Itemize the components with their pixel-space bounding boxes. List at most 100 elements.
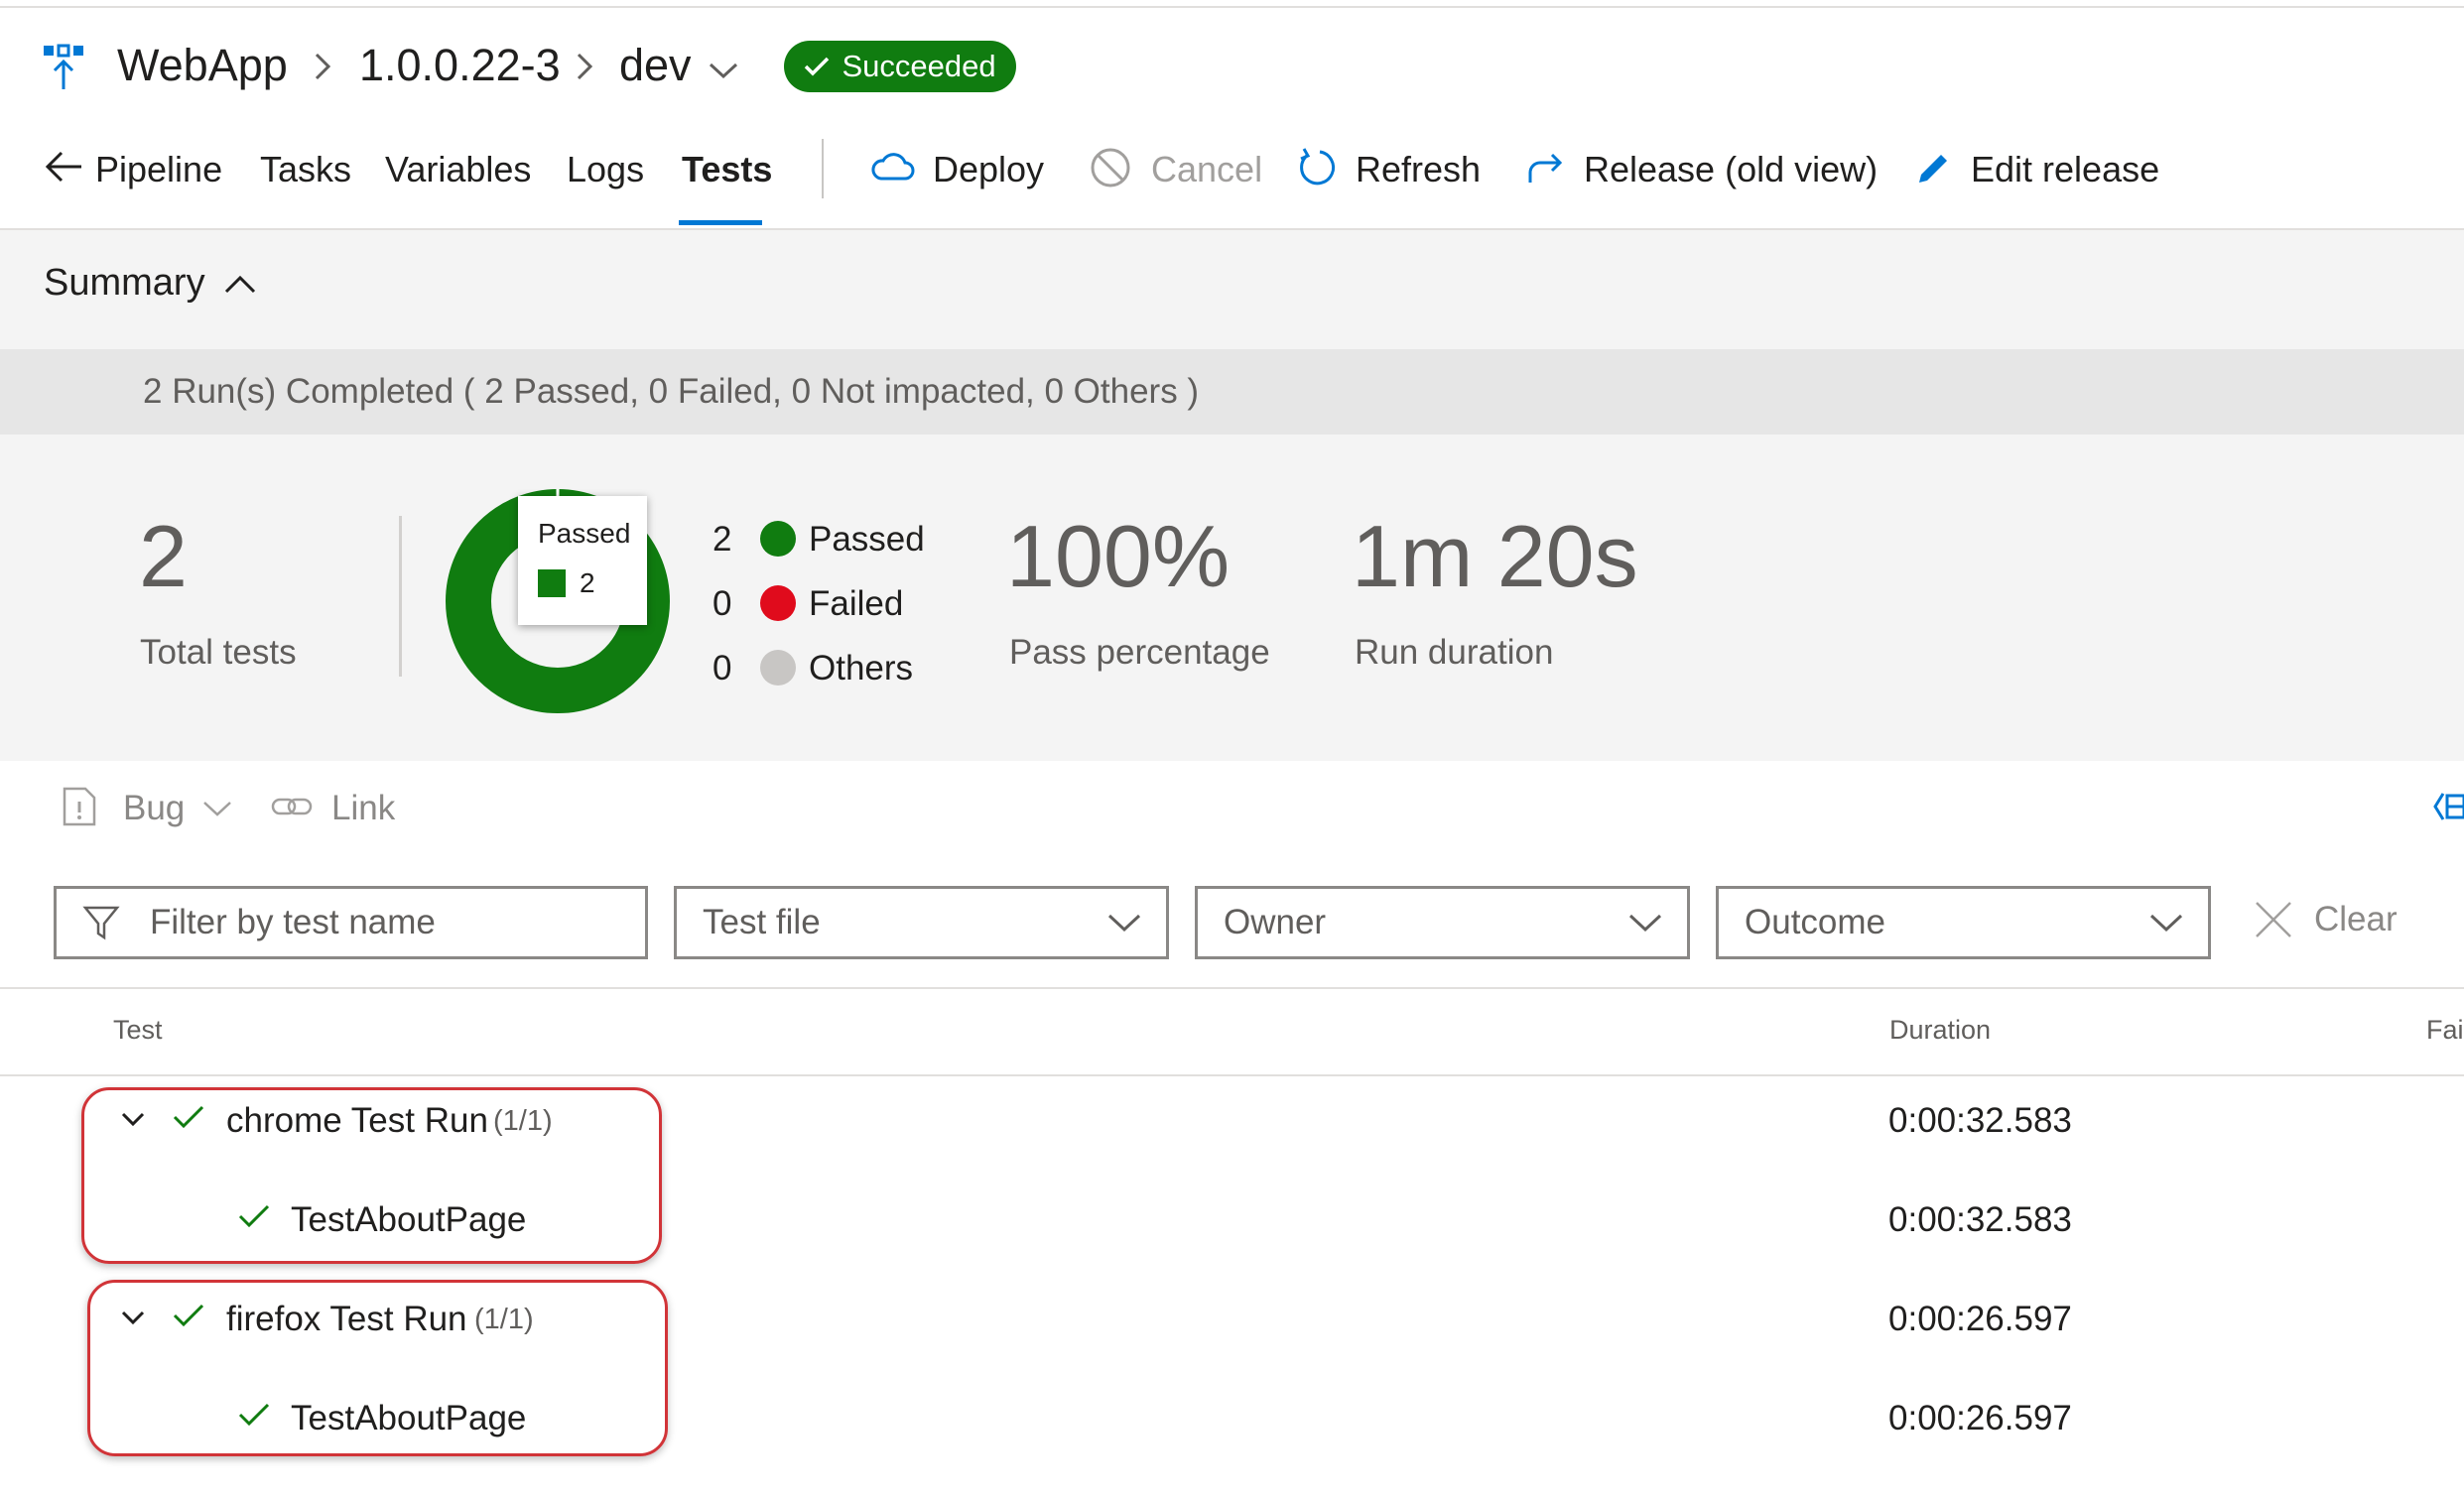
active-tab-indicator	[679, 220, 762, 225]
status-badge-label: Succeeded	[842, 49, 996, 83]
run-name: chrome Test Run	[226, 1101, 488, 1140]
back-arrow-icon[interactable]	[44, 149, 83, 189]
failed-dot-icon	[760, 585, 796, 621]
run-duration: 0:00:32.583	[1888, 1101, 2072, 1140]
legend-others-count: 0	[713, 649, 732, 687]
legend-failed-label: Failed	[809, 584, 904, 623]
chevron-up-icon	[224, 275, 255, 293]
pencil-icon	[1913, 149, 1953, 193]
legend-passed-label: Passed	[809, 520, 925, 559]
owner-label: Owner	[1224, 903, 1327, 941]
legend-passed-count: 2	[713, 520, 732, 559]
refresh-button[interactable]: Refresh	[1356, 149, 1481, 190]
summary-title: Summary	[44, 262, 205, 304]
run-duration-label: Run duration	[1355, 633, 1554, 672]
test-name: TestAboutPage	[291, 1399, 527, 1437]
passed-check-icon	[173, 1304, 204, 1327]
bug-button[interactable]: Bug	[123, 789, 185, 828]
tab-tests[interactable]: Tests	[682, 149, 772, 190]
pass-percentage-value: 100%	[1006, 507, 1231, 605]
bug-document-icon	[62, 786, 97, 832]
chart-tooltip: Passed 2	[518, 496, 647, 625]
breadcrumb-app[interactable]: WebApp	[117, 40, 288, 91]
run-duration: 0:00:26.597	[1888, 1300, 2072, 1338]
test-file-dropdown[interactable]: Test file	[674, 886, 1169, 959]
cancel-button[interactable]: Cancel	[1151, 149, 1262, 190]
runs-summary-text: 2 Run(s) Completed ( 2 Passed, 0 Failed,…	[143, 372, 1200, 411]
tab-tasks[interactable]: Tasks	[260, 149, 351, 190]
clear-filters-button[interactable]: Clear	[2253, 899, 2398, 940]
link-button[interactable]: Link	[331, 789, 395, 828]
column-header-fail[interactable]: Fail	[2426, 1015, 2464, 1046]
summary-panel	[0, 228, 2464, 761]
cancel-icon	[1090, 147, 1131, 193]
close-icon	[2256, 902, 2291, 937]
tab-pipeline[interactable]: Pipeline	[95, 149, 222, 190]
status-badge: Succeeded	[784, 41, 1016, 92]
outcome-dropdown[interactable]: Outcome	[1716, 886, 2211, 959]
total-tests-label: Total tests	[140, 633, 297, 672]
release-old-view-button[interactable]: Release (old view)	[1584, 149, 1878, 190]
test-name: TestAboutPage	[291, 1200, 527, 1239]
test-file-label: Test file	[703, 903, 821, 941]
tab-logs[interactable]: Logs	[567, 149, 644, 190]
pass-percentage-label: Pass percentage	[1009, 633, 1270, 672]
run-count: (1/1)	[493, 1105, 553, 1137]
run-count: (1/1)	[474, 1304, 534, 1335]
chevron-right-icon	[314, 52, 331, 81]
passed-check-icon	[173, 1105, 204, 1129]
chevron-down-icon[interactable]	[121, 1111, 145, 1127]
column-header-duration[interactable]: Duration	[1889, 1015, 1991, 1046]
cloud-icon	[871, 151, 915, 187]
total-tests-value: 2	[139, 507, 188, 605]
table-row[interactable]: TestAboutPage 0:00:32.583	[0, 1190, 2464, 1250]
clear-filters-label: Clear	[2314, 900, 2398, 938]
passed-check-icon	[238, 1403, 270, 1427]
chevron-down-icon[interactable]	[121, 1310, 145, 1325]
share-arrow-icon	[1526, 149, 1566, 191]
table-row[interactable]: firefox Test Run (1/1) 0:00:26.597	[0, 1290, 2464, 1349]
tooltip-value: 2	[580, 567, 595, 598]
table-row[interactable]: chrome Test Run (1/1) 0:00:32.583	[0, 1091, 2464, 1151]
passed-dot-icon	[760, 521, 796, 557]
breadcrumb-stage[interactable]: dev	[619, 40, 692, 91]
breadcrumb-release[interactable]: 1.0.0.22-3	[359, 40, 561, 91]
run-duration-value: 1m 20s	[1352, 507, 1638, 605]
release-pipeline-icon	[42, 44, 91, 93]
chevron-down-icon	[1107, 914, 1141, 933]
test-name-filter-placeholder: Filter by test name	[150, 903, 436, 941]
chevron-down-icon	[1628, 914, 1662, 933]
check-icon	[805, 57, 830, 76]
legend-failed-count: 0	[713, 584, 732, 623]
summary-toggle[interactable]: Summary	[44, 262, 257, 305]
edit-release-button[interactable]: Edit release	[1971, 149, 2159, 190]
test-name-filter[interactable]: Filter by test name	[54, 886, 648, 959]
table-row[interactable]: TestAboutPage 0:00:26.597	[0, 1389, 2464, 1448]
tooltip-label: Passed	[538, 518, 631, 549]
test-duration: 0:00:32.583	[1888, 1200, 2072, 1239]
chevron-down-icon	[2149, 914, 2183, 933]
chevron-right-icon	[576, 52, 593, 81]
filter-funnel-icon	[82, 906, 120, 940]
link-icon	[270, 792, 314, 826]
others-dot-icon	[760, 650, 796, 686]
outcome-label: Outcome	[1745, 903, 1885, 941]
column-header-test[interactable]: Test	[113, 1015, 163, 1046]
deploy-button[interactable]: Deploy	[933, 149, 1044, 190]
grid-top-divider	[0, 987, 2464, 989]
owner-dropdown[interactable]: Owner	[1195, 886, 1690, 959]
refresh-icon	[1298, 147, 1338, 193]
tab-variables[interactable]: Variables	[385, 149, 531, 190]
chevron-down-icon[interactable]	[202, 800, 232, 822]
expand-panel-icon[interactable]	[2431, 790, 2464, 828]
toolbar-divider	[822, 139, 824, 198]
legend-others-label: Others	[809, 649, 914, 687]
top-border	[0, 0, 2464, 8]
passed-check-icon	[238, 1204, 270, 1228]
summary-divider	[399, 516, 402, 677]
run-name: firefox Test Run	[226, 1300, 467, 1338]
test-duration: 0:00:26.597	[1888, 1399, 2072, 1437]
grid-header-divider	[0, 1074, 2464, 1076]
chevron-down-icon[interactable]	[709, 62, 738, 84]
tooltip-swatch	[538, 569, 566, 597]
